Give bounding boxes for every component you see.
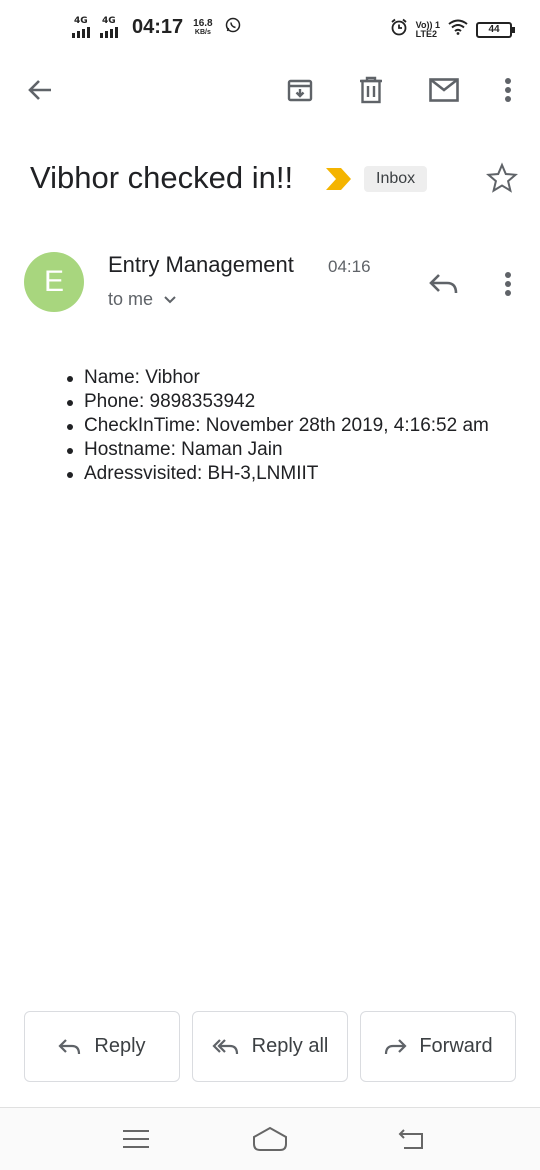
signal-icon-1: 4G — [72, 15, 96, 38]
status-left: 4G 4G 04:17 16.8 KB/s — [72, 16, 241, 39]
status-right: Vo)) 1 LTE2 44 — [390, 18, 515, 41]
forward-button[interactable]: Forward — [360, 1011, 516, 1082]
importance-marker-icon[interactable] — [326, 168, 352, 195]
recipient-details[interactable]: to me — [108, 289, 177, 310]
volte-indicator: Vo)) 1 LTE2 — [415, 20, 440, 39]
sender-avatar[interactable]: E — [24, 252, 84, 312]
email-body: Name: Vibhor Phone: 9898353942 CheckInTi… — [67, 366, 504, 486]
star-icon[interactable] — [486, 162, 518, 199]
forward-button-label: Forward — [419, 1035, 493, 1057]
sender-more-icon[interactable] — [486, 262, 530, 306]
chevron-down-icon — [164, 295, 176, 303]
speed-unit: KB/s — [194, 28, 211, 36]
email-timestamp: 04:16 — [328, 257, 371, 276]
system-nav-bar — [0, 1108, 540, 1170]
archive-icon[interactable] — [278, 68, 322, 112]
network-speed: 16.8 KB/s — [193, 17, 213, 37]
battery-icon: 44 — [476, 21, 515, 38]
volte-line-2: LTE2 — [415, 28, 437, 39]
email-screen: 4G 4G 04:17 16.8 KB/s Vo)) 1 LTE2 44 Vib… — [0, 0, 540, 1170]
reply-icon — [58, 1038, 81, 1054]
toolbar — [0, 60, 540, 124]
mark-unread-icon[interactable] — [422, 68, 466, 112]
inbox-label-chip[interactable]: Inbox — [364, 166, 428, 192]
wifi-icon — [448, 19, 468, 40]
reply-all-icon — [212, 1038, 238, 1054]
body-item-phone[interactable]: Phone: 9898353942 — [67, 390, 504, 414]
alarm-icon — [390, 18, 408, 41]
back-arrow-icon[interactable] — [18, 68, 62, 112]
sender-name: Entry Management — [108, 252, 294, 277]
body-item-checkin-time: CheckInTime: November 28th 2019, 4:16:52… — [67, 414, 504, 438]
reply-button-label: Reply — [94, 1035, 146, 1057]
status-bar: 4G 4G 04:17 16.8 KB/s Vo)) 1 LTE2 44 — [0, 0, 540, 60]
delete-icon[interactable] — [349, 68, 393, 112]
more-vert-icon[interactable] — [486, 68, 530, 112]
reply-all-button[interactable]: Reply all — [192, 1011, 348, 1082]
back-nav-icon[interactable] — [392, 1122, 432, 1156]
reply-icon[interactable] — [422, 262, 466, 306]
reply-all-button-label: Reply all — [251, 1035, 329, 1057]
email-subject: Vibhor checked in!! — [30, 160, 294, 195]
home-icon[interactable] — [250, 1122, 290, 1156]
recipient-text: to me — [108, 289, 154, 309]
forward-icon — [385, 1038, 407, 1054]
recents-menu-icon[interactable] — [116, 1122, 156, 1156]
speed-value: 16.8 — [193, 17, 213, 29]
network-type-1: 4G — [74, 15, 88, 26]
network-type-2: 4G — [102, 15, 116, 26]
whatsapp-icon — [225, 17, 241, 38]
reply-button[interactable]: Reply — [24, 1011, 180, 1082]
body-item-name: Name: Vibhor — [67, 366, 504, 390]
body-item-hostname: Hostname: Naman Jain — [67, 438, 504, 462]
body-item-address: Adressvisited: BH-3,LNMIIT — [67, 462, 504, 486]
status-time: 04:17 — [132, 16, 184, 38]
signal-icon-2: 4G — [100, 15, 124, 38]
